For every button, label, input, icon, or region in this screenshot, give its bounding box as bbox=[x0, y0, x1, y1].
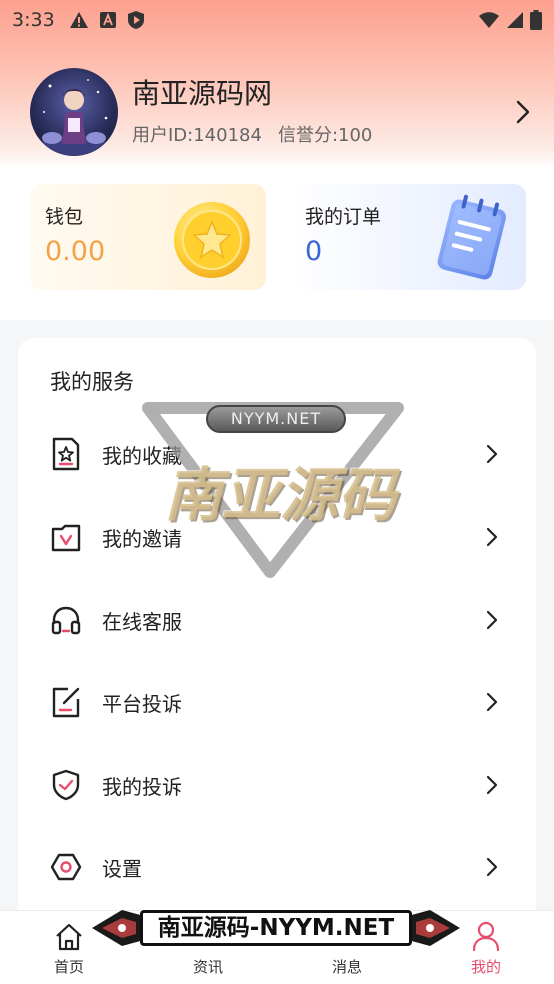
shield-check-icon bbox=[50, 767, 82, 803]
services-title: 我的服务 bbox=[50, 370, 134, 394]
battery-icon bbox=[530, 10, 542, 30]
orders-title: 我的订单 bbox=[305, 206, 382, 228]
chevron-right-icon[interactable] bbox=[516, 100, 530, 124]
service-label: 我的投诉 bbox=[102, 774, 182, 799]
service-settings[interactable]: 设置 bbox=[18, 826, 536, 908]
profile-section[interactable]: 南亚源码网 用户ID:140184 信誉分:100 bbox=[30, 68, 530, 156]
status-time: 3:33 bbox=[12, 9, 55, 31]
wifi-icon bbox=[479, 12, 499, 28]
favorites-icon bbox=[50, 436, 82, 472]
headset-icon bbox=[50, 602, 82, 638]
chevron-right-icon bbox=[486, 857, 498, 877]
status-icons-left bbox=[69, 10, 145, 30]
tab-label: 我的 bbox=[470, 958, 501, 976]
settings-hexagon-icon bbox=[50, 849, 82, 885]
avatar-illustration bbox=[40, 79, 108, 156]
credit-score: 信誉分:100 bbox=[277, 125, 373, 146]
orders-value: 0 bbox=[305, 236, 323, 267]
profile-text: 南亚源码网 用户ID:140184 信誉分:100 bbox=[132, 77, 372, 147]
profile-name: 南亚源码网 bbox=[132, 77, 273, 110]
service-my-complaints[interactable]: 我的投诉 bbox=[18, 744, 536, 826]
service-label: 设置 bbox=[102, 856, 142, 881]
notepad-icon bbox=[437, 194, 506, 280]
wallet-title: 钱包 bbox=[45, 206, 84, 228]
tab-label: 首页 bbox=[53, 958, 84, 976]
wallet-value: 0.00 bbox=[45, 236, 106, 267]
shield-play-icon bbox=[127, 11, 144, 29]
a-letter-icon bbox=[99, 12, 116, 28]
warning-icon bbox=[69, 12, 88, 28]
service-label: 平台投诉 bbox=[102, 691, 182, 716]
service-label: 我的邀请 bbox=[102, 526, 182, 551]
home-icon bbox=[56, 923, 82, 951]
service-platform-complaint[interactable]: 平台投诉 bbox=[18, 661, 536, 743]
user-id: 用户ID:140184 bbox=[132, 125, 262, 146]
user-icon bbox=[472, 921, 500, 952]
coin-icon bbox=[174, 202, 250, 278]
complaint-edit-icon bbox=[50, 684, 82, 720]
service-favorites[interactable]: 我的收藏 bbox=[18, 413, 536, 495]
service-label: 在线客服 bbox=[102, 609, 182, 634]
status-icons-right bbox=[478, 10, 542, 30]
chevron-right-icon bbox=[486, 775, 498, 795]
chevron-right-icon bbox=[486, 610, 498, 630]
avatar[interactable] bbox=[30, 68, 118, 156]
profile-meta: 用户ID:140184 信誉分:100 bbox=[132, 121, 372, 147]
chevron-right-icon bbox=[486, 527, 498, 547]
orders-card[interactable]: 我的订单 0 bbox=[290, 184, 526, 290]
chevron-right-icon bbox=[486, 692, 498, 712]
tab-label: 消息 bbox=[331, 958, 362, 976]
signal-icon bbox=[507, 12, 523, 28]
invite-icon bbox=[50, 519, 82, 555]
wallet-card[interactable]: 钱包 0.00 bbox=[30, 184, 266, 290]
services-panel: 我的服务 我的收藏 我的邀请 在线客服 平台投诉 我的投诉 设置 bbox=[18, 338, 536, 928]
service-support[interactable]: 在线客服 bbox=[18, 579, 536, 661]
summary-cards: 钱包 0.00 我的订单 0 bbox=[0, 166, 554, 320]
chevron-right-icon bbox=[486, 444, 498, 464]
service-label: 我的收藏 bbox=[102, 443, 182, 468]
tab-label: 资讯 bbox=[192, 958, 223, 976]
service-invite[interactable]: 我的邀请 bbox=[18, 496, 536, 578]
status-bar: 3:33 bbox=[0, 0, 554, 40]
watermark-banner: 南亚源码-NYYM.NET bbox=[92, 898, 460, 958]
banner-text: 南亚源码-NYYM.NET bbox=[140, 910, 412, 946]
